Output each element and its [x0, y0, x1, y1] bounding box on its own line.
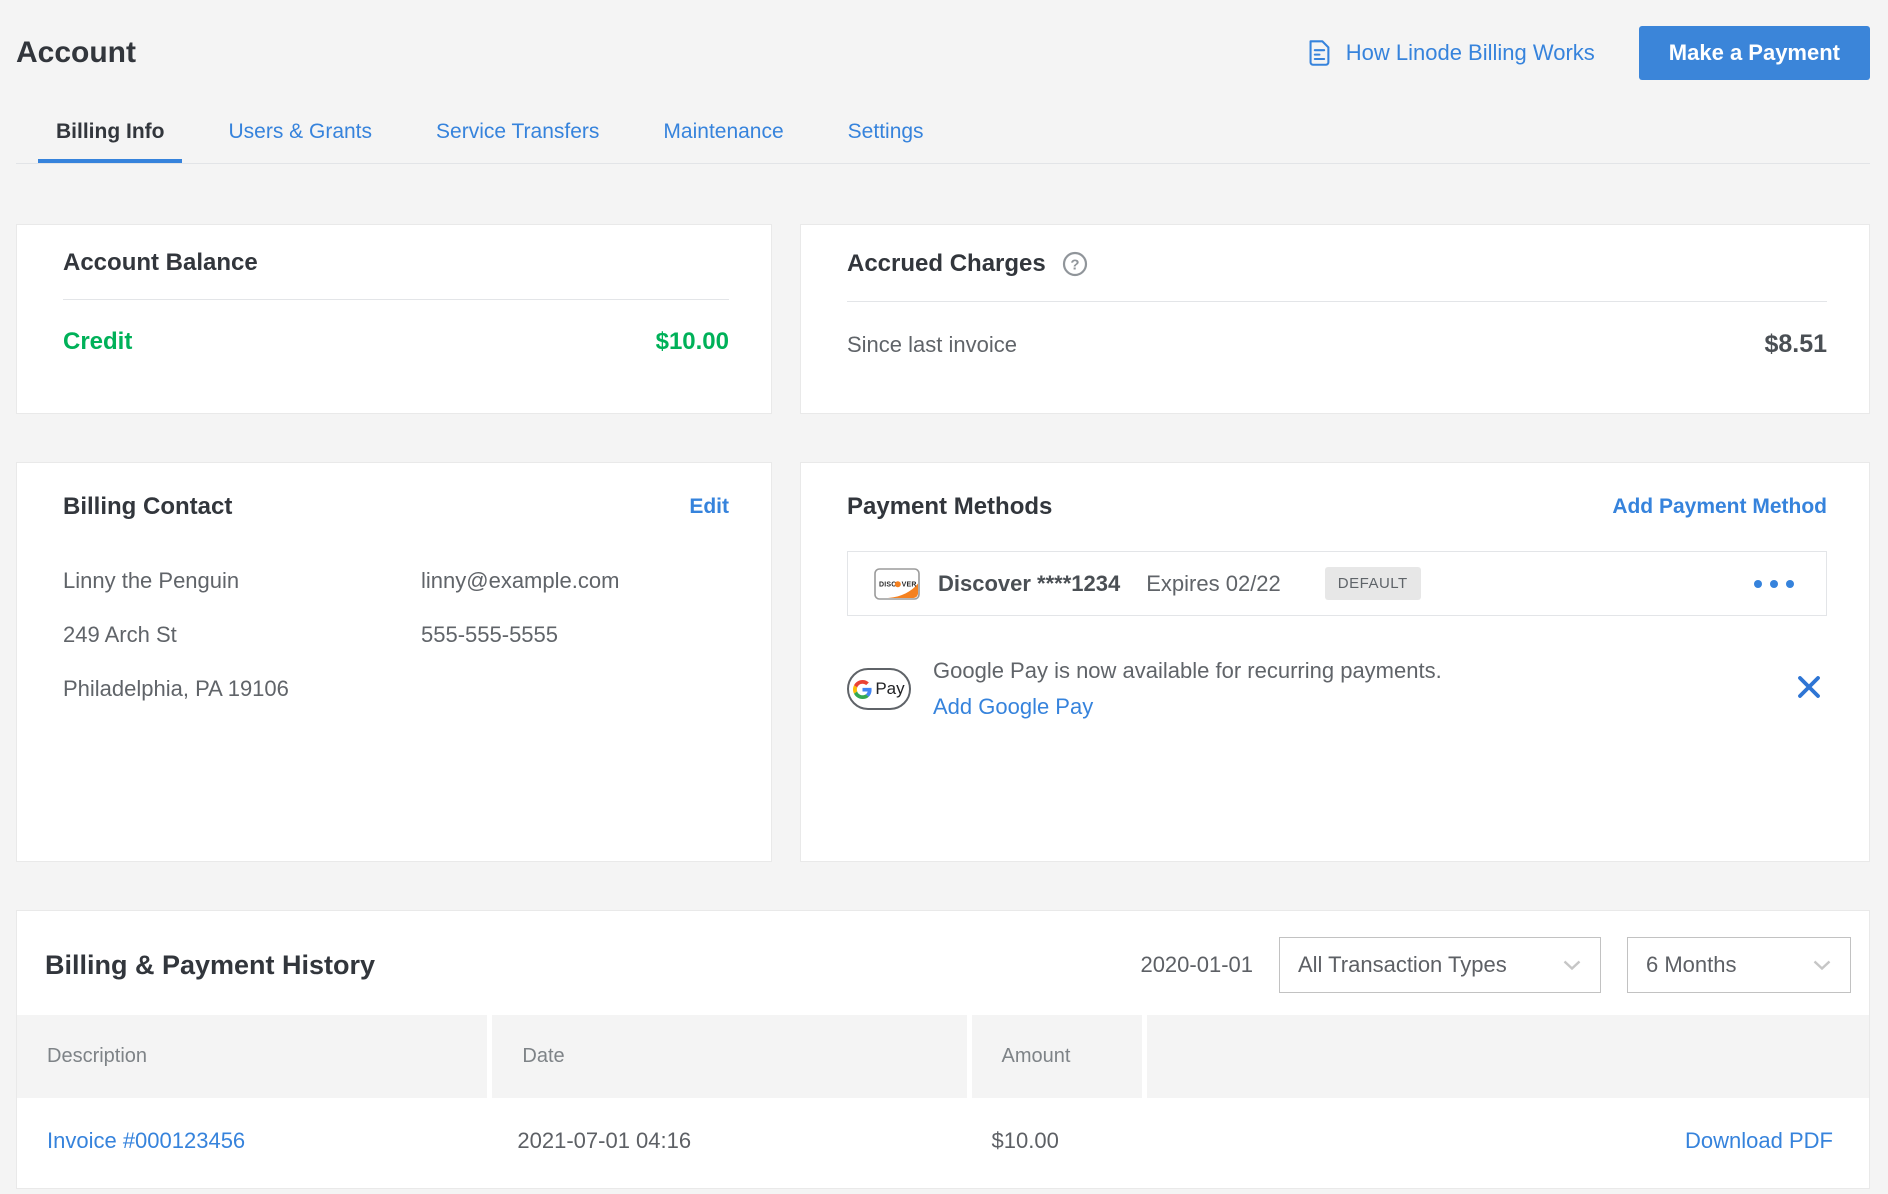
invoice-amount: $10.00	[962, 1098, 1132, 1188]
accrued-charges-title: Accrued Charges	[847, 250, 1046, 278]
accrued-amount: $8.51	[1764, 330, 1827, 359]
since-last-invoice-label: Since last invoice	[847, 332, 1017, 358]
billing-page: Account How Linode Billing Works Make a …	[0, 0, 1888, 1189]
account-balance-card: Account Balance Credit $10.00	[16, 224, 772, 414]
how-billing-works-label: How Linode Billing Works	[1346, 40, 1595, 66]
add-google-pay-link[interactable]: Add Google Pay	[933, 694, 1093, 719]
tab-service-transfers[interactable]: Service Transfers	[418, 110, 617, 163]
contact-address1: 249 Arch St	[63, 621, 421, 649]
cards-grid: Account Balance Credit $10.00 Accrued Ch…	[16, 224, 1870, 862]
divider	[847, 301, 1827, 302]
column-description: Description	[17, 1015, 487, 1098]
divider	[63, 299, 729, 300]
card-label: Discover ****1234	[938, 571, 1120, 597]
more-options-icon[interactable]	[1748, 574, 1800, 594]
google-pay-icon: Pay	[847, 668, 911, 710]
svg-text:DISC: DISC	[879, 581, 897, 588]
svg-text:VER: VER	[902, 581, 917, 588]
gpay-pay-word: Pay	[875, 679, 904, 699]
contact-email: linny@example.com	[421, 567, 619, 595]
close-icon[interactable]	[1791, 669, 1827, 710]
tab-users-grants[interactable]: Users & Grants	[210, 110, 390, 163]
gpay-notice-text: Google Pay is now available for recurrin…	[933, 658, 1442, 684]
page-title: Account	[16, 36, 136, 70]
credit-amount: $10.00	[656, 328, 729, 356]
card-expiry: Expires 02/22	[1146, 571, 1281, 597]
payment-methods-card: Payment Methods Add Payment Method DISC …	[800, 462, 1870, 862]
tab-maintenance[interactable]: Maintenance	[645, 110, 801, 163]
history-start-date: 2020-01-01	[1140, 952, 1253, 978]
download-pdf-link[interactable]: Download PDF	[1685, 1128, 1833, 1153]
contact-phone: 555-555-5555	[421, 621, 619, 649]
chevron-down-icon	[1812, 959, 1832, 971]
column-amount: Amount	[972, 1015, 1142, 1098]
transaction-type-select[interactable]: All Transaction Types	[1279, 937, 1601, 993]
date-range-value: 6 Months	[1646, 952, 1737, 978]
column-date: Date	[492, 1015, 966, 1098]
history-table-header: Description Date Amount	[17, 1015, 1869, 1098]
column-actions	[1147, 1015, 1869, 1098]
accrued-charges-card: Accrued Charges ? Since last invoice $8.…	[800, 224, 1870, 414]
table-row: Invoice #000123456 2021-07-01 04:16 $10.…	[17, 1098, 1869, 1188]
edit-billing-contact-link[interactable]: Edit	[689, 495, 729, 519]
document-icon	[1304, 37, 1334, 69]
date-range-select[interactable]: 6 Months	[1627, 937, 1851, 993]
help-icon[interactable]: ?	[1060, 249, 1090, 279]
invoice-link[interactable]: Invoice #000123456	[47, 1128, 245, 1153]
how-billing-works-link[interactable]: How Linode Billing Works	[1304, 37, 1595, 69]
make-payment-button[interactable]: Make a Payment	[1639, 26, 1870, 80]
default-badge: DEFAULT	[1325, 567, 1421, 600]
invoice-date: 2021-07-01 04:16	[487, 1098, 961, 1188]
billing-contact-title: Billing Contact	[63, 493, 232, 521]
billing-history-title: Billing & Payment History	[45, 950, 375, 981]
account-balance-title: Account Balance	[63, 249, 729, 277]
billing-history-section: Billing & Payment History 2020-01-01 All…	[16, 910, 1870, 1189]
tab-billing-info[interactable]: Billing Info	[38, 110, 182, 163]
header-actions: How Linode Billing Works Make a Payment	[1304, 26, 1870, 80]
credit-label: Credit	[63, 328, 132, 356]
contact-name: Linny the Penguin	[63, 567, 421, 595]
page-header: Account How Linode Billing Works Make a …	[16, 26, 1870, 80]
transaction-type-value: All Transaction Types	[1298, 952, 1507, 978]
chevron-down-icon	[1562, 959, 1582, 971]
billing-contact-card: Billing Contact Edit Linny the Penguin 2…	[16, 462, 772, 862]
contact-address2: Philadelphia, PA 19106	[63, 675, 421, 703]
google-pay-notice: Pay Google Pay is now available for recu…	[847, 658, 1827, 720]
tab-settings[interactable]: Settings	[830, 110, 942, 163]
account-tabs: Billing Info Users & Grants Service Tran…	[16, 110, 1870, 164]
payment-method-row: DISC VER Discover ****1234 Expires 02/22…	[847, 551, 1827, 616]
discover-card-icon: DISC VER	[874, 568, 920, 600]
add-payment-method-link[interactable]: Add Payment Method	[1612, 495, 1827, 519]
payment-methods-title: Payment Methods	[847, 493, 1052, 521]
svg-text:?: ?	[1070, 257, 1079, 274]
history-filters: 2020-01-01 All Transaction Types 6 Month…	[1140, 937, 1851, 993]
